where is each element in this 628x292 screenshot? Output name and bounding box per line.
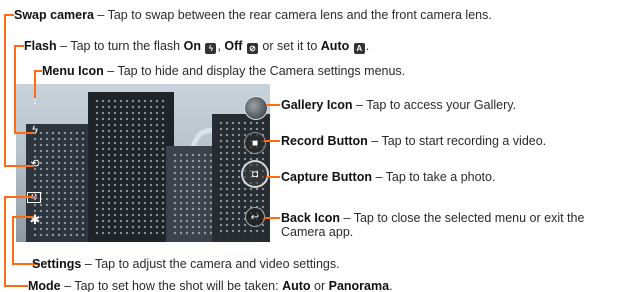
- callout-record-button: Record Button – Tap to start recording a…: [281, 134, 546, 148]
- callout-desc: – Tap to swap between the rear camera le…: [93, 8, 492, 22]
- callout-mode: Mode – Tap to set how the shot will be t…: [28, 279, 393, 292]
- callout-term: Flash: [24, 39, 57, 53]
- flash-icon[interactable]: ϟ: [28, 124, 42, 136]
- callout-capture-button: Capture Button – Tap to take a photo.: [281, 170, 495, 184]
- callout-desc: – Tap to take a photo.: [371, 170, 496, 184]
- callout-term: Settings: [32, 257, 82, 271]
- gallery-thumbnail[interactable]: [244, 96, 268, 120]
- callout-term: Capture Button: [281, 170, 372, 184]
- callout-sep: or: [310, 279, 329, 292]
- flash-off-label: Off: [224, 39, 243, 53]
- callout-gallery-icon: Gallery Icon – Tap to access your Galler…: [281, 98, 516, 112]
- callout-desc: – Tap to adjust the camera and video set…: [81, 257, 340, 271]
- callout-term: Gallery Icon: [281, 98, 353, 112]
- building: [88, 92, 230, 242]
- callout-term: Menu Icon: [42, 64, 104, 78]
- building: [166, 146, 218, 242]
- flash-off-icon: ⊘: [246, 43, 258, 54]
- camera-viewfinder: ⋮ ϟ ⟲ M ✱ ■ ◘ ↩: [16, 84, 270, 242]
- callout-menu-icon: Menu Icon – Tap to hide and display the …: [42, 64, 405, 78]
- callout-term: Back Icon: [281, 211, 341, 225]
- flash-on-label: On: [183, 39, 201, 53]
- mode-auto-label: Auto: [282, 279, 311, 292]
- camera-icon: ◘: [251, 168, 259, 180]
- callout-desc: – Tap to access your Gallery.: [352, 98, 517, 112]
- callout-term: Swap camera: [14, 8, 94, 22]
- camera-diagram: ⋮ ϟ ⟲ M ✱ ■ ◘ ↩ Swap camera – Tap to swa…: [0, 0, 628, 292]
- callout-settings: Settings – Tap to adjust the camera and …: [32, 257, 340, 271]
- callout-desc: – Tap to hide and display the Camera set…: [103, 64, 406, 78]
- capture-button[interactable]: ◘: [241, 160, 269, 188]
- back-button[interactable]: ↩: [245, 207, 265, 227]
- callout-back-icon: Back Icon – Tap to close the selected me…: [281, 211, 621, 239]
- video-camera-icon: ■: [251, 137, 259, 149]
- callout-desc: – Tap to set how the shot will be taken:: [60, 279, 283, 292]
- callout-swap-camera: Swap camera – Tap to swap between the re…: [14, 8, 492, 22]
- callout-end: .: [389, 279, 393, 292]
- flash-auto-label: Auto: [320, 39, 350, 53]
- callout-flash: Flash – Tap to turn the flash On ϟ, Off …: [24, 39, 369, 54]
- callout-desc: – Tap to start recording a video.: [367, 134, 547, 148]
- callout-desc: or set it to: [258, 39, 321, 53]
- mode-panorama-label: Panorama: [328, 279, 390, 292]
- callout-desc: – Tap to turn the flash: [56, 39, 184, 53]
- callout-term: Mode: [28, 279, 61, 292]
- callout-end: .: [365, 39, 370, 53]
- back-arrow-icon: ↩: [250, 211, 260, 223]
- flash-auto-icon: A: [353, 43, 365, 54]
- swap-camera-icon[interactable]: ⟲: [28, 158, 42, 170]
- flash-on-icon: ϟ: [205, 43, 217, 54]
- callout-term: Record Button: [281, 134, 368, 148]
- record-button[interactable]: ■: [244, 132, 266, 154]
